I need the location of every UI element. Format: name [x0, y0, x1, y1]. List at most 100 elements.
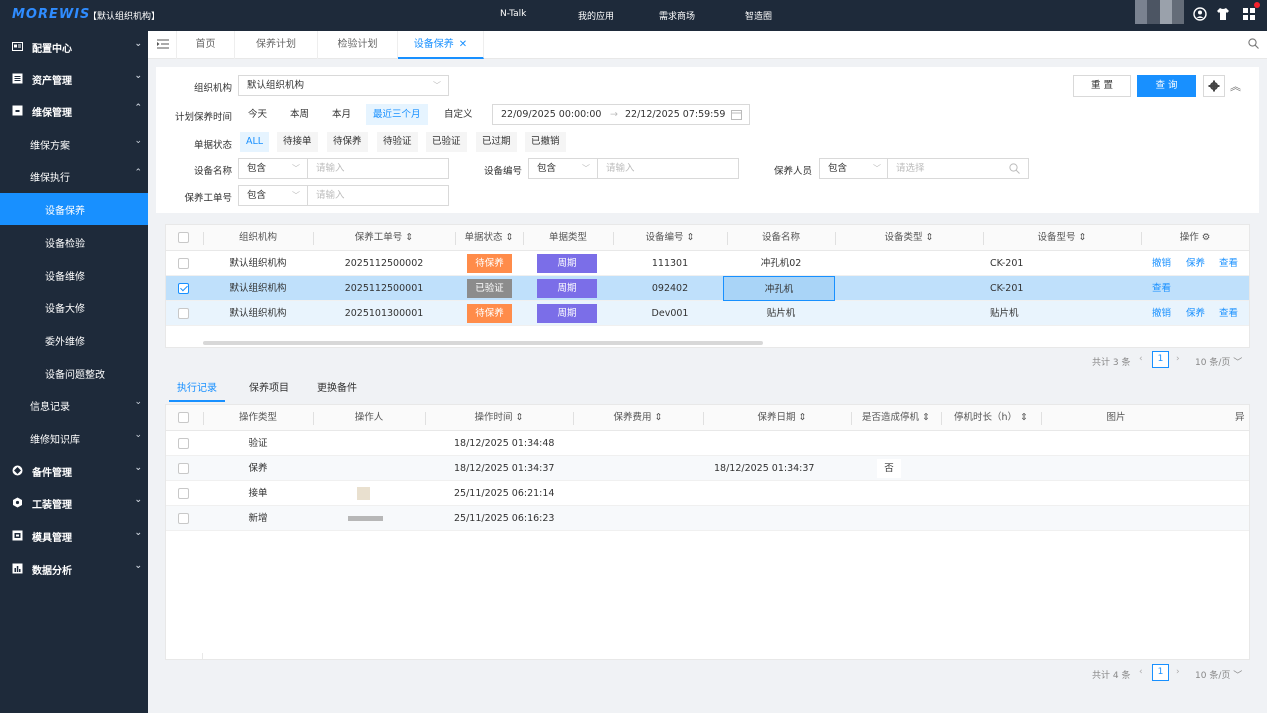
sidebar-item-maint-exec[interactable]: 维保执行 ⌃ [0, 160, 148, 192]
header-order[interactable]: 保养工单号 ⇕ [313, 225, 455, 251]
status-pending-verify[interactable]: 待验证 [377, 132, 418, 152]
header-op-time[interactable]: 操作时间 ⇕ [425, 405, 573, 431]
range-today[interactable]: 今天 [241, 104, 274, 125]
select-all-checkbox[interactable] [178, 412, 189, 423]
sidebar-item-maintenance[interactable]: 维保管理 ⌃ [0, 95, 148, 127]
cancel-link[interactable]: 撤销 [1152, 251, 1171, 276]
row-checkbox[interactable] [178, 308, 189, 319]
range-custom[interactable]: 自定义 [437, 104, 480, 125]
tab-replace-parts[interactable]: 更换备件 [309, 376, 365, 402]
header-downtime-caused[interactable]: 是否造成停机 ⇕ [851, 405, 941, 431]
view-link[interactable]: 查看 [1219, 251, 1238, 276]
status-verified[interactable]: 已验证 [426, 132, 467, 152]
table-row[interactable]: 验证 18/12/2025 01:34:48 [166, 431, 1249, 456]
header-device-type[interactable]: 设备类型 ⇕ [835, 225, 983, 251]
horizontal-scrollbar[interactable] [203, 341, 763, 345]
collapse-filter-icon[interactable]: ︽ [1230, 78, 1241, 94]
sidebar-item-spare-parts[interactable]: 备件管理 ⌄ [0, 455, 148, 487]
sidebar-item-outsourced-repair[interactable]: 委外维修 [0, 324, 148, 356]
device-no-op-select[interactable]: 包含 ﹀ [528, 158, 598, 179]
search-icon[interactable] [1248, 38, 1259, 52]
cancel-link[interactable]: 撤销 [1152, 301, 1171, 326]
sidebar-item-knowledge-base[interactable]: 维修知识库 ⌄ [0, 422, 148, 454]
workorder-input[interactable]: 请输入 [307, 185, 449, 206]
sidebar-item-molds[interactable]: 模具管理 ⌄ [0, 520, 148, 552]
reset-button[interactable]: 重 置 [1073, 75, 1131, 97]
status-pending-accept[interactable]: 待接单 [277, 132, 318, 152]
close-icon[interactable]: ✕ [459, 39, 467, 50]
gear-icon[interactable]: ⚙ [1202, 232, 1211, 243]
sidebar-item-overhaul[interactable]: 设备大修 [0, 291, 148, 323]
date-range-picker[interactable]: 22/09/2025 00:00:00 → 22/12/2025 07:59:5… [492, 104, 750, 125]
header-upkeep-date[interactable]: 保养日期 ⇕ [703, 405, 861, 431]
tab-home[interactable]: 首页 [177, 31, 235, 59]
sidebar-item-assets[interactable]: 资产管理 ⌄ [0, 63, 148, 95]
status-cancelled[interactable]: 已撤销 [525, 132, 566, 152]
page-number-button[interactable]: 1 [1152, 351, 1169, 368]
sidebar-item-device-inspection[interactable]: 设备检验 [0, 226, 148, 258]
workorder-op-select[interactable]: 包含 ﹀ [238, 185, 308, 206]
prev-page-icon[interactable]: ‹ [1139, 667, 1143, 677]
shirt-icon[interactable] [1216, 7, 1230, 21]
table-row[interactable]: 默认组织机构 2025112500001 已验证 周期 092402 冲孔机 C… [166, 276, 1249, 301]
collapse-menu-icon[interactable] [157, 39, 169, 49]
current-org[interactable]: 【默认组织机构】 [88, 9, 160, 22]
sidebar-item-tooling[interactable]: 工装管理 ⌄ [0, 487, 148, 519]
range-this-week[interactable]: 本周 [283, 104, 316, 125]
table-row[interactable]: 保养 18/12/2025 01:34:37 18/12/2025 01:34:… [166, 456, 1249, 481]
tab-inspection-plan[interactable]: 检验计划 [318, 31, 398, 59]
device-no-input[interactable]: 请输入 [597, 158, 739, 179]
tab-exec-record[interactable]: 执行记录 [169, 376, 225, 402]
page-size-select[interactable]: 10 条/页 ﹀ [1195, 355, 1242, 368]
user-icon[interactable] [1193, 7, 1207, 21]
row-checkbox[interactable] [178, 438, 189, 449]
cell-device-name[interactable]: 冲孔机 [723, 276, 835, 301]
tab-device-upkeep[interactable]: 设备保养 ✕ [398, 31, 484, 59]
status-all[interactable]: ALL [240, 132, 270, 152]
sidebar-item-data-analysis[interactable]: 数据分析 ⌄ [0, 553, 148, 585]
app-logo[interactable]: MOREWIS [12, 7, 90, 22]
next-page-icon[interactable]: › [1176, 667, 1180, 677]
tab-upkeep-plan[interactable]: 保养计划 [235, 31, 318, 59]
header-device-no[interactable]: 设备编号 ⇕ [613, 225, 727, 251]
upkeep-link[interactable]: 保养 [1186, 301, 1205, 326]
view-link[interactable]: 查看 [1219, 301, 1238, 326]
sidebar-item-config[interactable]: 配置中心 ⌄ [0, 31, 148, 63]
device-name-op-select[interactable]: 包含 ﹀ [238, 158, 308, 179]
sidebar-item-info-record[interactable]: 信息记录 ⌄ [0, 389, 148, 421]
page-size-select[interactable]: 10 条/页 ﹀ [1195, 668, 1242, 681]
header-model[interactable]: 设备型号 ⇕ [983, 225, 1141, 251]
view-link[interactable]: 查看 [1152, 276, 1171, 301]
header-cost[interactable]: 保养费用 ⇕ [573, 405, 703, 431]
query-button[interactable]: 查 询 [1137, 75, 1196, 97]
nav-ntalk[interactable]: N-Talk [500, 9, 526, 19]
status-expired[interactable]: 已过期 [476, 132, 517, 152]
range-this-month[interactable]: 本月 [325, 104, 358, 125]
person-op-select[interactable]: 包含 ﹀ [819, 158, 889, 179]
table-row[interactable]: 默认组织机构 2025101300001 待保养 周期 Dev001 贴片机 贴… [166, 301, 1249, 326]
row-checkbox[interactable] [178, 488, 189, 499]
settings-button[interactable] [1203, 75, 1225, 97]
grid-apps-icon[interactable] [1242, 7, 1256, 21]
nav-smart-circle[interactable]: 智造圈 [745, 9, 772, 22]
range-last-3-months[interactable]: 最近三个月 [366, 104, 428, 125]
upkeep-link[interactable]: 保养 [1186, 251, 1205, 276]
sidebar-item-issue-rectify[interactable]: 设备问题整改 [0, 357, 148, 389]
status-pending-upkeep[interactable]: 待保养 [327, 132, 368, 152]
nav-my-apps[interactable]: 我的应用 [578, 9, 614, 22]
sidebar-item-device-repair[interactable]: 设备维修 [0, 259, 148, 291]
nav-demand-market[interactable]: 需求商场 [659, 9, 695, 22]
row-checkbox[interactable] [178, 283, 189, 294]
prev-page-icon[interactable]: ‹ [1139, 354, 1143, 364]
person-select[interactable]: 请选择 [887, 158, 1029, 179]
select-all-checkbox[interactable] [178, 232, 189, 243]
row-checkbox[interactable] [178, 258, 189, 269]
sidebar-item-maint-plan[interactable]: 维保方案 ⌄ [0, 128, 148, 160]
header-downtime-hours[interactable]: 停机时长（h） ⇕ [941, 405, 1041, 431]
table-row[interactable]: 新增 25/11/2025 06:16:23 [166, 506, 1249, 531]
next-page-icon[interactable]: › [1176, 354, 1180, 364]
sidebar-item-device-upkeep[interactable]: 设备保养 [0, 193, 148, 225]
header-status[interactable]: 单据状态 ⇕ [455, 225, 523, 251]
row-checkbox[interactable] [178, 463, 189, 474]
table-row[interactable]: 默认组织机构 2025112500002 待保养 周期 111301 冲孔机02… [166, 251, 1249, 276]
